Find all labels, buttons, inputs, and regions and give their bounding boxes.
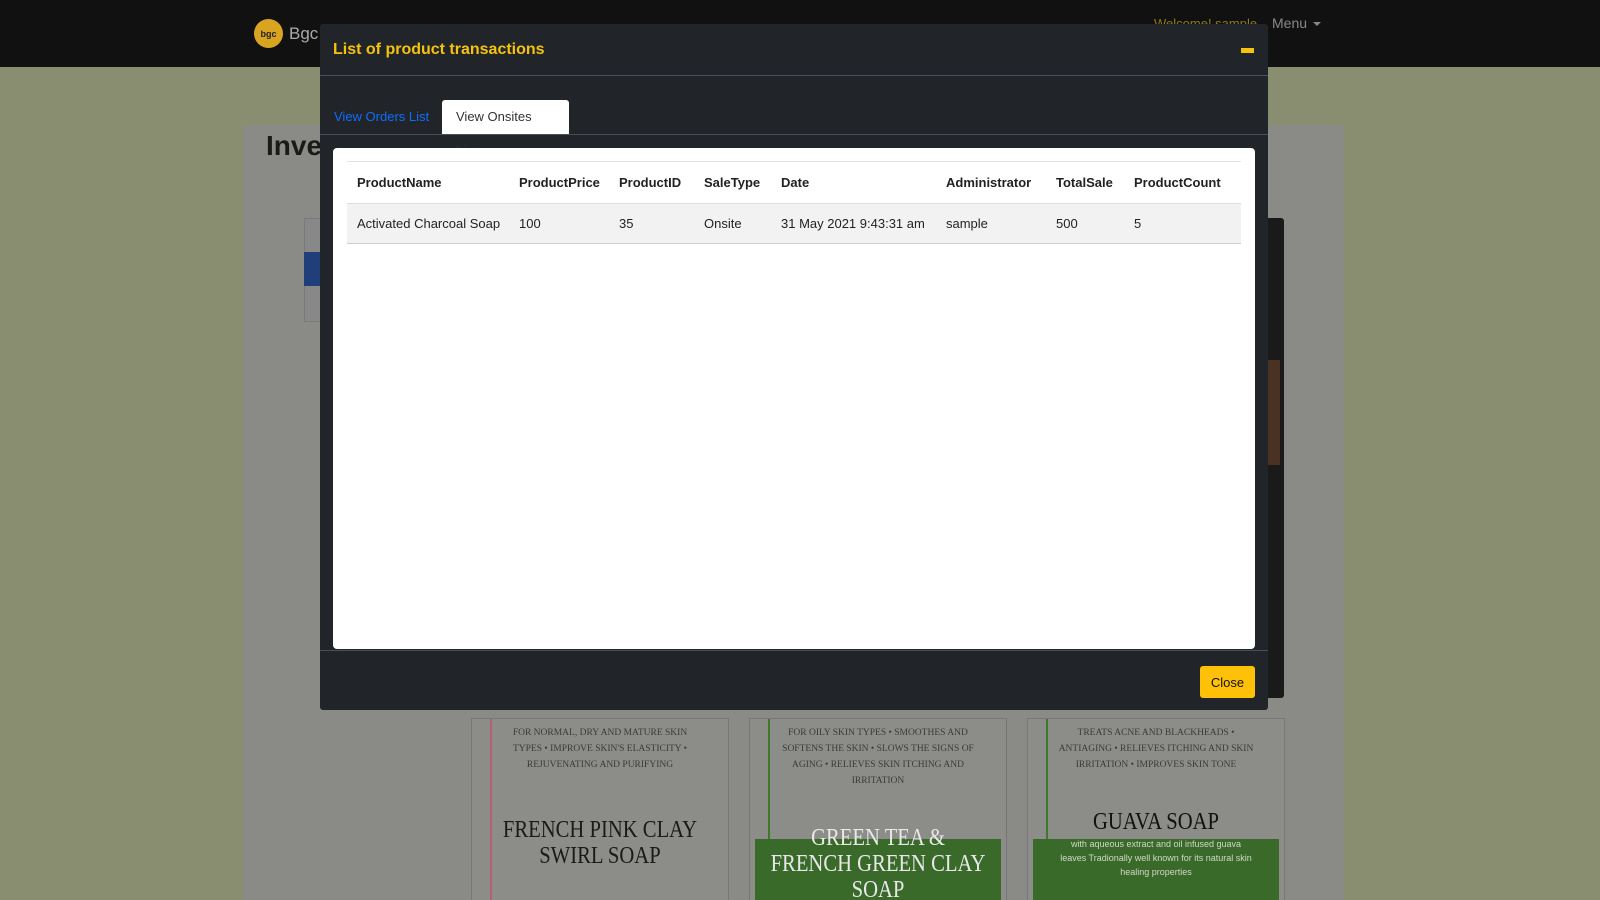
transactions-modal: List of product transactions View Orders… [320, 24, 1268, 710]
column-header: ProductCount [1134, 175, 1221, 190]
product-subtitle: with aqueous extract and oil infused gua… [1060, 839, 1252, 877]
product-description: For oily skin types • smoothes and softe… [782, 728, 974, 786]
column-header: Date [781, 175, 810, 190]
cell-product-count: 5 [1134, 216, 1142, 231]
column-header: Administrator [946, 175, 1032, 190]
cell-product-name: Activated Charcoal Soap [357, 216, 501, 231]
tabs-divider [320, 134, 1268, 135]
close-button[interactable]: Close [1200, 666, 1255, 698]
brand-logo-icon: bgc [254, 19, 283, 48]
cell-product-id: 35 [619, 216, 634, 231]
product-title: GUAVA SOAP [1092, 809, 1219, 835]
column-header: ProductPrice [519, 175, 600, 190]
menu-dropdown[interactable]: Menu [1272, 15, 1321, 31]
modal-tabs: View Orders List View Onsites List [320, 77, 1268, 158]
column-header: TotalSale [1056, 175, 1113, 190]
product-card-french-pink-clay[interactable]: For normal, dry and mature skin types • … [471, 718, 729, 900]
product-card-green-tea[interactable]: For oily skin types • smoothes and softe… [749, 718, 1007, 900]
cell-product-price: 100 [519, 216, 541, 231]
cell-sale-type: Onsite [704, 216, 742, 231]
modal-header: List of product transactions [320, 24, 1268, 76]
table-header-row: ProductName ProductPrice ProductID SaleT… [347, 161, 1241, 204]
modal-title: List of product transactions [333, 41, 545, 58]
product-title: GREEN TEA & FRENCH GREEN CLAY SOAP [770, 825, 986, 900]
card-accent [490, 719, 492, 900]
transactions-table: ProductName ProductPrice ProductID SaleT… [347, 161, 1241, 244]
column-header: SaleType [704, 175, 761, 190]
right-panel-image [1268, 360, 1280, 465]
product-card-guava[interactable]: Treats acne and blackheads • antiaging •… [1027, 718, 1285, 900]
page-heading: Inve [266, 130, 323, 161]
cell-administrator: sample [946, 216, 988, 231]
product-description: Treats acne and blackheads • antiaging •… [1058, 728, 1254, 770]
product-description: For normal, dry and mature skin types • … [512, 728, 688, 770]
product-title: FRENCH PINK CLAY SWIRL SOAP [502, 817, 698, 869]
brand[interactable]: bgc Bgc [254, 19, 318, 48]
table-row[interactable]: Activated Charcoal Soap 100 35 Onsite 31… [347, 203, 1241, 244]
brand-name: Bgc [289, 23, 319, 43]
footer-divider [320, 650, 1268, 651]
minimize-icon[interactable] [1241, 45, 1255, 59]
tab-view-orders-list[interactable]: View Orders List [320, 100, 443, 134]
cell-total-sale: 500 [1056, 216, 1078, 231]
column-header: ProductName [357, 175, 442, 190]
onsites-panel: ProductName ProductPrice ProductID SaleT… [333, 148, 1255, 649]
cell-date: 31 May 2021 9:43:31 am [781, 216, 925, 231]
tab-view-onsites-list[interactable]: View Onsites List [442, 100, 569, 158]
column-header: ProductID [619, 175, 682, 190]
